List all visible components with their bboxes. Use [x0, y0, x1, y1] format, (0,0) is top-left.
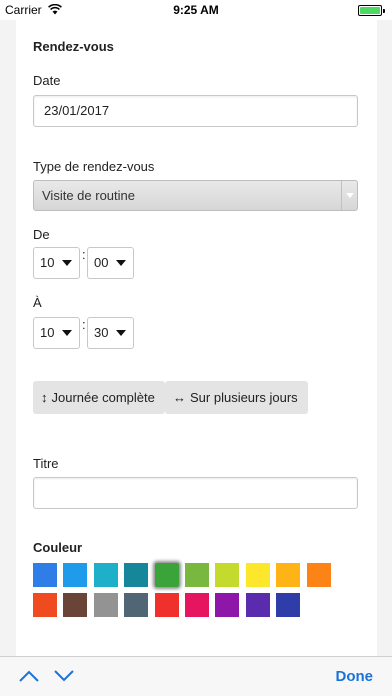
color-swatch[interactable] [33, 593, 57, 617]
color-swatch[interactable] [63, 593, 88, 617]
done-button[interactable]: Done [336, 668, 374, 685]
start-time-label: De [33, 227, 50, 242]
vertical-arrows-icon: ↕ [41, 390, 48, 405]
color-swatch[interactable] [276, 563, 301, 587]
title-label: Titre [33, 456, 59, 471]
color-swatch[interactable] [245, 593, 270, 617]
clock: 9:25 AM [173, 3, 219, 17]
start-minute-value: 00 [94, 255, 109, 270]
color-swatch[interactable] [154, 563, 179, 587]
color-swatch[interactable] [63, 563, 88, 587]
color-swatch[interactable] [276, 593, 301, 617]
section-title: Rendez-vous [33, 39, 114, 54]
date-field[interactable]: 23/01/2017 [33, 95, 358, 127]
color-swatch[interactable] [306, 563, 331, 587]
multi-day-label: Sur plusieurs jours [190, 390, 298, 405]
caret-down-icon [62, 260, 72, 266]
color-label: Couleur [33, 540, 83, 555]
color-swatch[interactable] [154, 593, 179, 617]
appointment-form: Rendez-vous Date 23/01/2017 Type de rend… [16, 20, 377, 656]
appointment-type-label: Type de rendez-vous [33, 159, 155, 174]
color-swatch[interactable] [245, 563, 270, 587]
date-label: Date [33, 73, 61, 88]
end-minute-select[interactable]: 30 [87, 317, 134, 349]
end-hour-value: 10 [40, 325, 55, 340]
chevron-up-icon[interactable] [18, 669, 40, 683]
keyboard-toolbar: Done [0, 656, 392, 696]
start-minute-select[interactable]: 00 [87, 247, 134, 279]
color-swatch[interactable] [215, 563, 240, 587]
title-field[interactable] [33, 477, 358, 509]
horizontal-arrows-icon: ↔ [173, 390, 186, 405]
caret-down-icon [116, 260, 126, 266]
all-day-label: Journée complète [51, 390, 155, 405]
end-time-label: À [33, 295, 42, 310]
time-separator: : [82, 247, 86, 262]
start-hour-value: 10 [40, 255, 55, 270]
appointment-type-value: Visite de routine [42, 188, 135, 203]
status-bar: Carrier 9:25 AM [0, 0, 392, 20]
select-arrow-icon [341, 181, 357, 210]
color-swatch[interactable] [124, 563, 149, 587]
start-hour-select[interactable]: 10 [33, 247, 80, 279]
color-swatch[interactable] [124, 593, 149, 617]
end-hour-select[interactable]: 10 [33, 317, 80, 349]
time-separator: : [82, 317, 86, 332]
color-swatch[interactable] [33, 563, 57, 587]
chevron-down-icon[interactable] [53, 669, 75, 683]
color-swatch[interactable] [185, 563, 209, 587]
caret-down-icon [62, 330, 72, 336]
battery-icon [358, 5, 385, 16]
multi-day-button[interactable]: ↔ Sur plusieurs jours [165, 381, 308, 414]
color-swatch[interactable] [215, 593, 240, 617]
color-swatch[interactable] [93, 563, 118, 587]
all-day-button[interactable]: ↕ Journée complète [33, 381, 165, 414]
color-swatch[interactable] [185, 593, 209, 617]
caret-down-icon [116, 330, 126, 336]
appointment-type-select[interactable]: Visite de routine [33, 180, 358, 211]
color-swatch[interactable] [93, 593, 118, 617]
end-minute-value: 30 [94, 325, 109, 340]
